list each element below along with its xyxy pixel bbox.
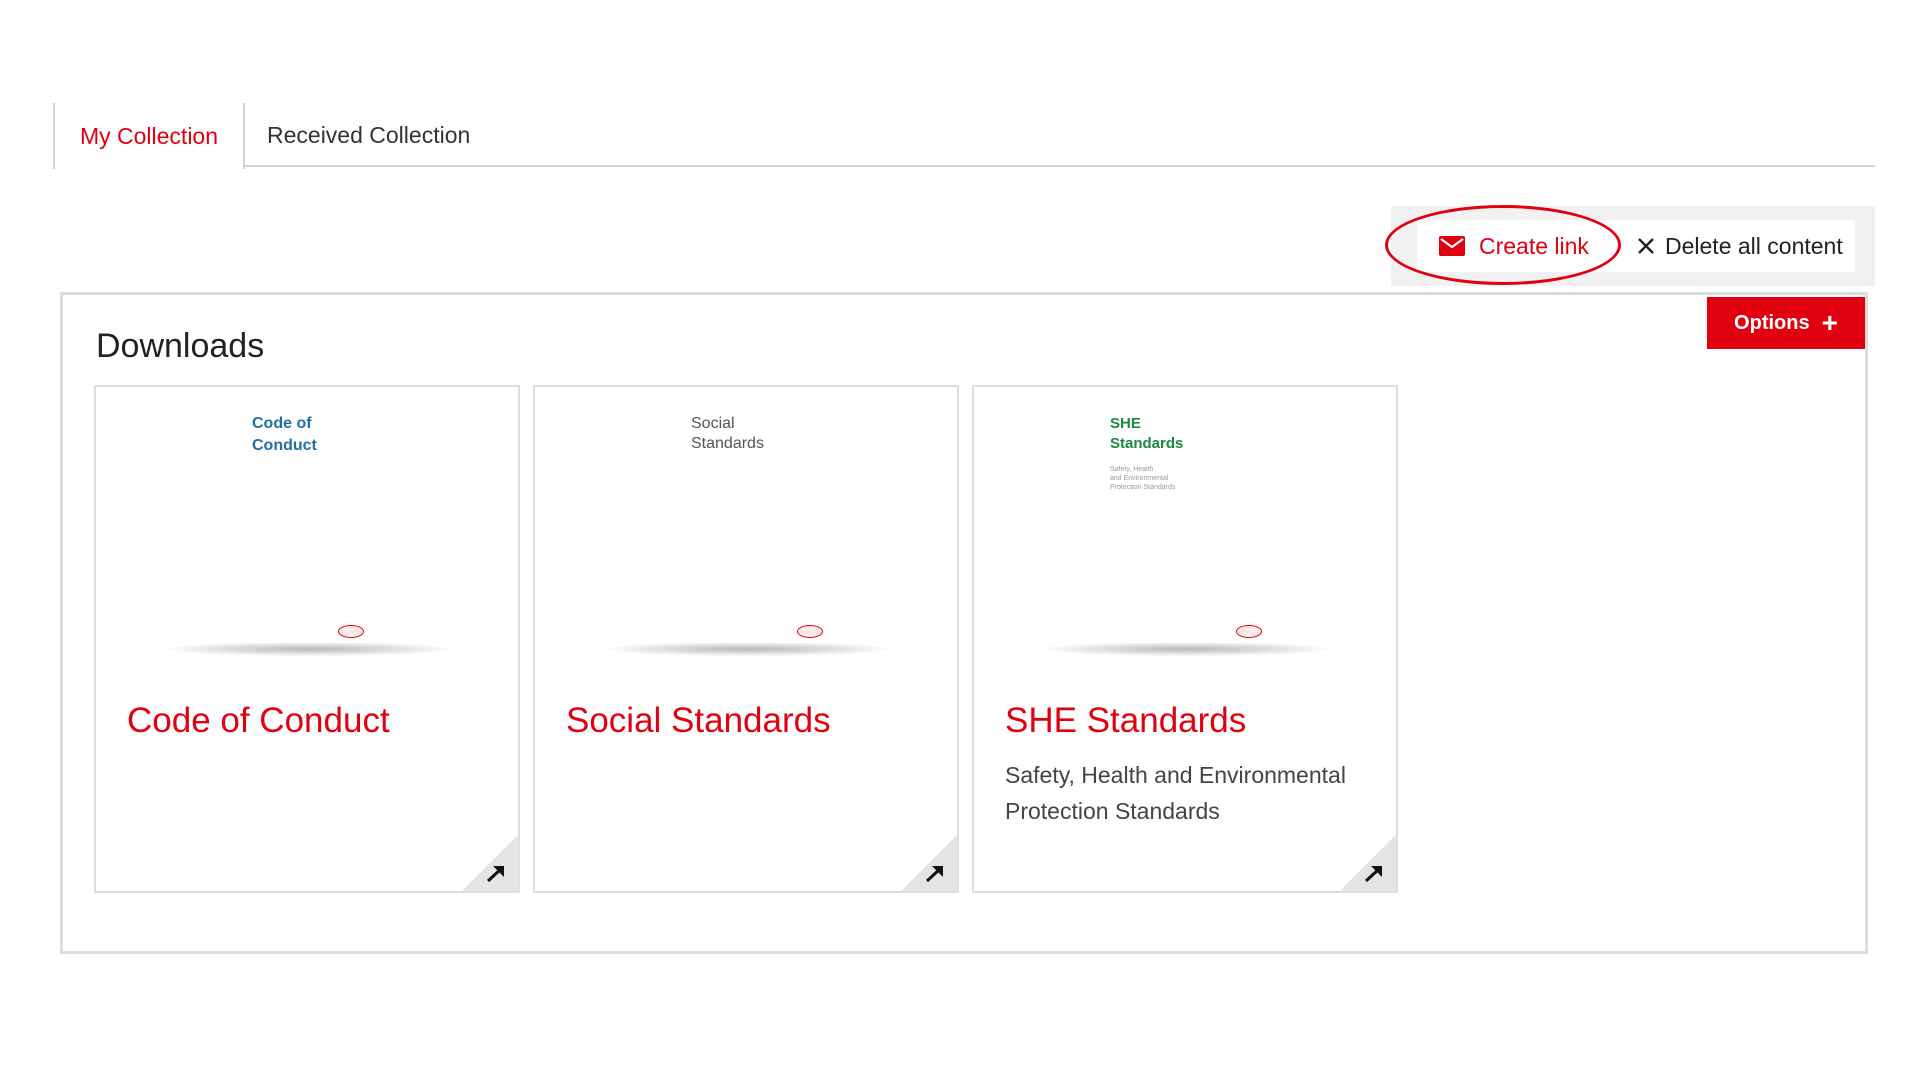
- downloads-title: Downloads: [96, 327, 265, 365]
- tab-my-collection-label: My Collection: [79, 122, 219, 149]
- card-corner[interactable]: [1340, 835, 1396, 891]
- cover-title-line: Social: [691, 415, 735, 432]
- cover-title-line: Standards: [1110, 435, 1184, 452]
- download-card-code-of-conduct[interactable]: Code of Conduct Code of Conduct: [94, 385, 520, 893]
- cover-subtitle-line: Protection Standards: [1110, 484, 1176, 491]
- cover-subtitle-line: Safety, Health: [1110, 466, 1154, 473]
- card-corner[interactable]: [901, 835, 957, 891]
- download-card-she-standards[interactable]: SHE Standards Safety, Health and Environ…: [972, 385, 1398, 893]
- downloads-panel: Downloads Options + Code of Conduct Code…: [60, 292, 1868, 954]
- close-icon: [1638, 238, 1654, 254]
- tab-received-collection-label: Received Collection: [267, 121, 471, 148]
- cover-subtitle: Safety, Health and Environmental Protect…: [1110, 465, 1175, 492]
- cover-base: [677, 635, 815, 643]
- cover-title-line: Code of: [252, 415, 312, 432]
- arrow-up-right-icon: [1364, 866, 1382, 883]
- cover-title-line: SHE: [1110, 415, 1141, 432]
- arrow-up-right-icon: [925, 866, 943, 883]
- cover-subtitle-line: and Environmental: [1110, 475, 1169, 482]
- card-title[interactable]: Social Standards: [566, 701, 831, 741]
- plus-icon: +: [1821, 307, 1838, 338]
- collection-actions-bar: Create link Delete all content: [1391, 206, 1875, 286]
- arrow-up-right-icon: [486, 866, 504, 883]
- delete-all-content-button[interactable]: Delete all content: [1625, 220, 1855, 272]
- collection-tabs: My Collection Received Collection: [53, 103, 1875, 169]
- create-link-button[interactable]: Create link: [1417, 220, 1625, 272]
- henkel-logo: [1236, 625, 1262, 638]
- henkel-logo: [338, 625, 364, 638]
- cover-shadow: [1046, 642, 1328, 656]
- cover-title-line: Standards: [691, 435, 764, 452]
- card-title[interactable]: SHE Standards: [1005, 701, 1246, 741]
- cover-title-line: Conduct: [252, 437, 317, 454]
- tab-my-collection[interactable]: My Collection: [53, 103, 245, 169]
- download-card-social-standards[interactable]: Social Standards Social Standards: [533, 385, 959, 893]
- card-corner[interactable]: [462, 835, 518, 891]
- tab-received-collection[interactable]: Received Collection: [267, 103, 470, 167]
- cover-shadow: [168, 642, 450, 656]
- create-link-label: Create link: [1479, 232, 1589, 259]
- options-label: Options: [1734, 311, 1810, 334]
- mail-icon: [1439, 236, 1465, 256]
- cover-shadow: [607, 642, 889, 656]
- card-description: Safety, Health and Environmental Protect…: [1005, 762, 1346, 824]
- cover-base: [1116, 635, 1254, 643]
- card-title[interactable]: Code of Conduct: [127, 701, 390, 741]
- options-button[interactable]: Options +: [1707, 297, 1865, 349]
- delete-all-content-label: Delete all content: [1665, 232, 1843, 259]
- henkel-logo: [797, 625, 823, 638]
